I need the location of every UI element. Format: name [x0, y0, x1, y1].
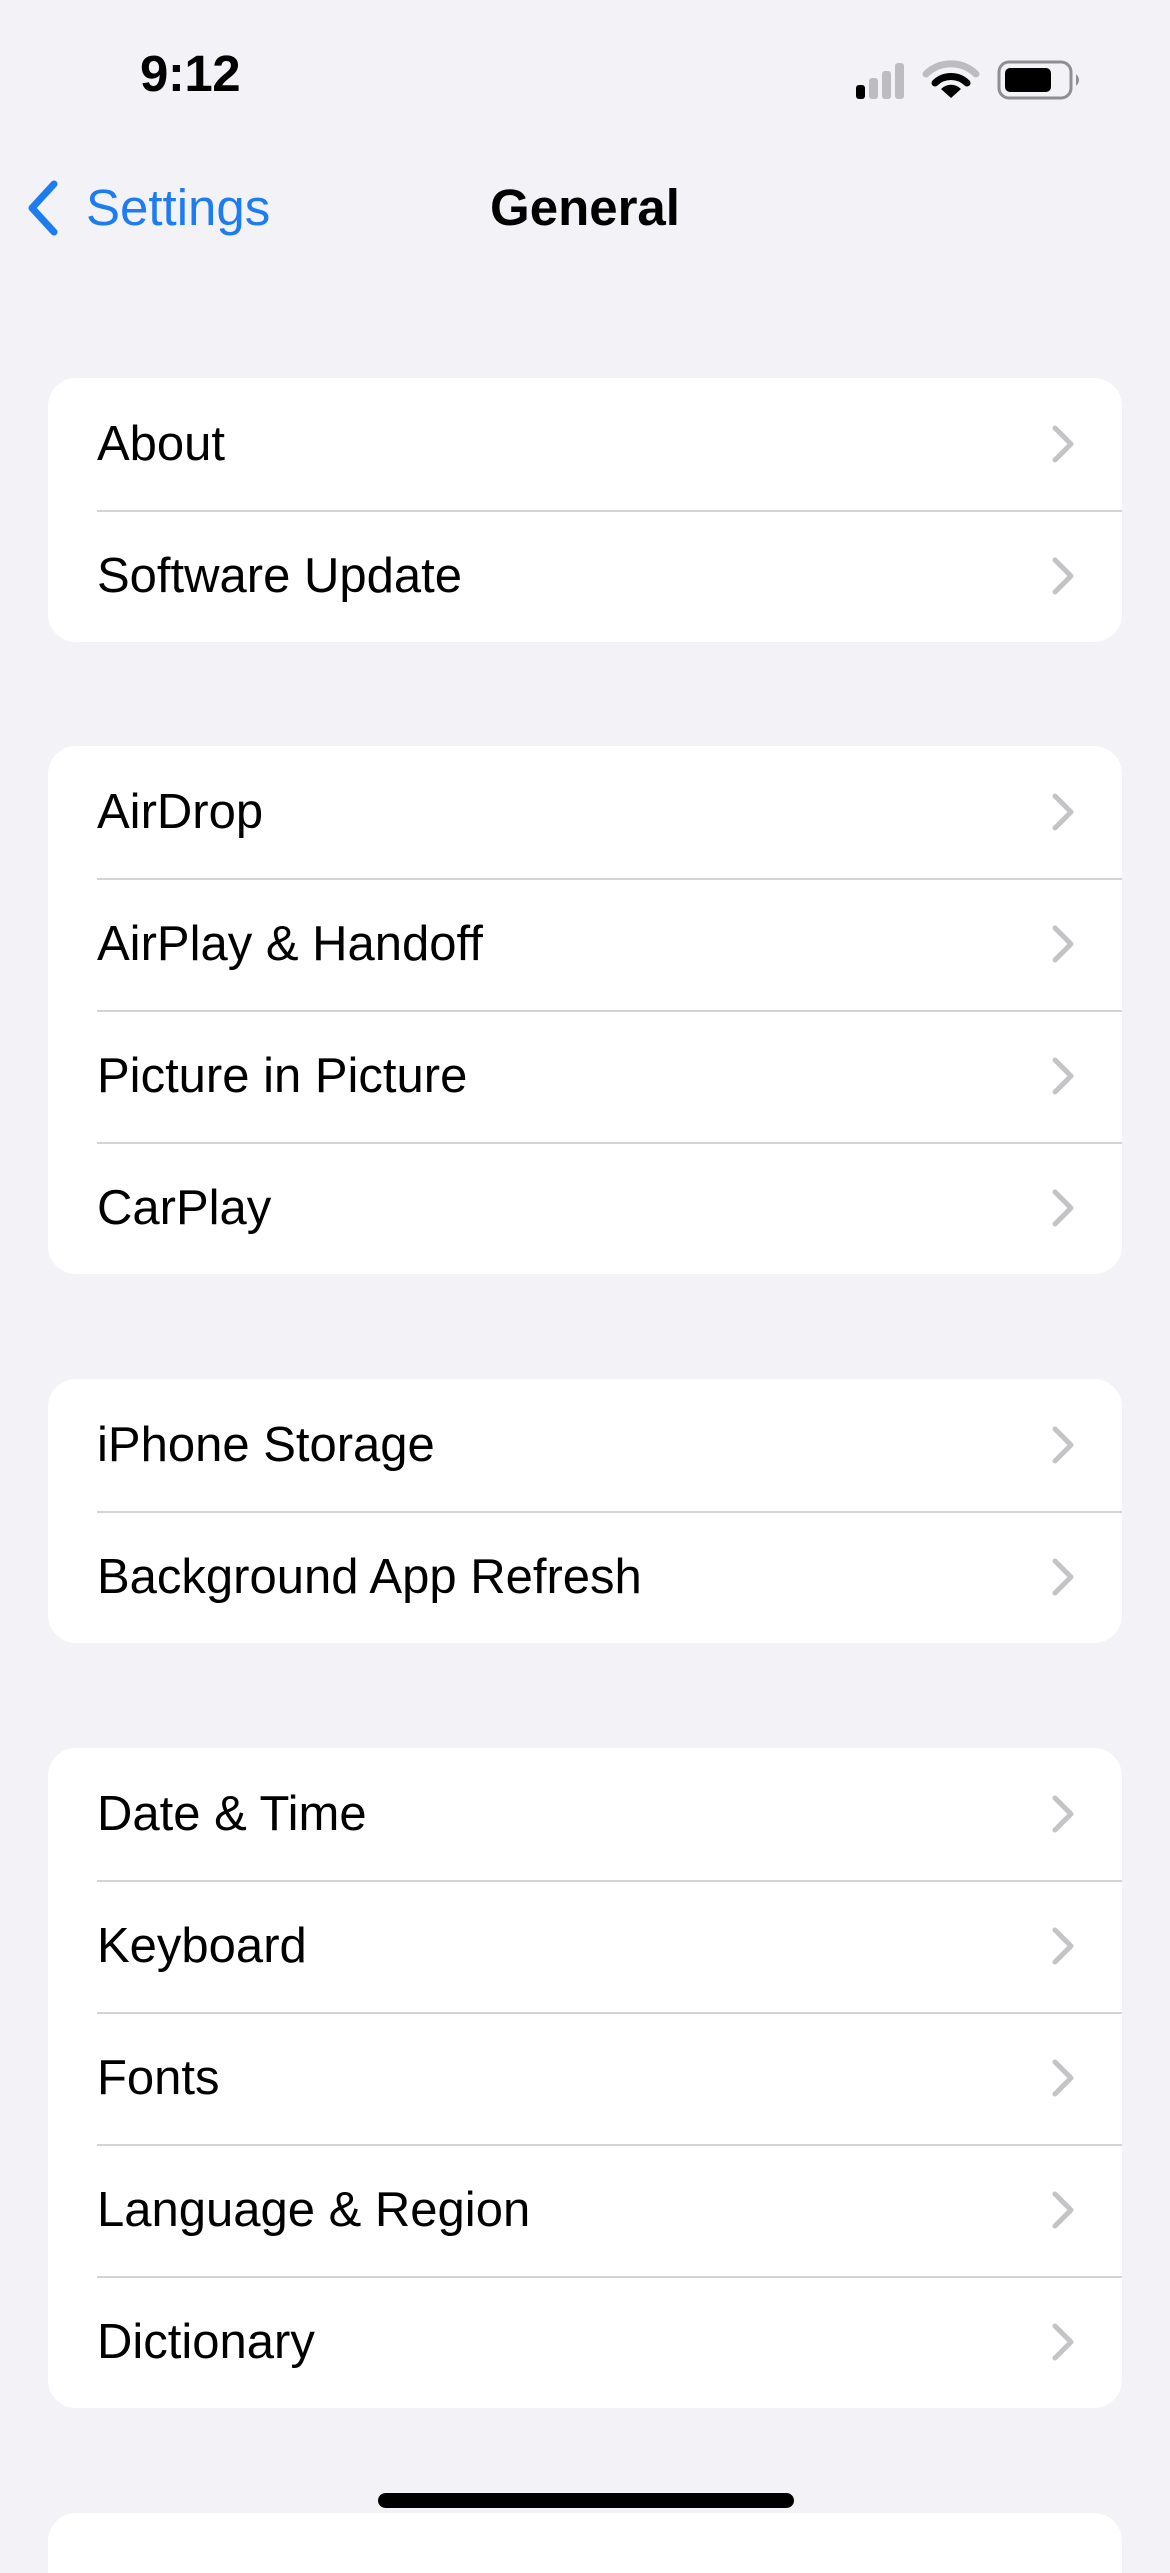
settings-group-2: AirDrop AirPlay & Handoff Picture in Pic…: [48, 746, 1122, 1274]
list-item-label: AirPlay & Handoff: [97, 917, 483, 971]
wifi-icon: [922, 60, 980, 98]
list-item-picture-in-picture[interactable]: Picture in Picture: [48, 1010, 1122, 1142]
settings-group-3: iPhone Storage Background App Refresh: [48, 1379, 1122, 1643]
chevron-right-icon: [1052, 2323, 1074, 2361]
list-item-label: Dictionary: [97, 2315, 315, 2369]
list-item-fonts[interactable]: Fonts: [48, 2012, 1122, 2144]
chevron-right-icon: [1052, 1927, 1074, 1965]
list-item-label: CarPlay: [97, 1181, 272, 1235]
list-item-background-app-refresh[interactable]: Background App Refresh: [48, 1511, 1122, 1643]
cellular-signal-icon: [856, 63, 904, 99]
list-item-keyboard[interactable]: Keyboard: [48, 1880, 1122, 2012]
chevron-right-icon: [1052, 557, 1074, 595]
settings-group-1: About Software Update: [48, 378, 1122, 642]
chevron-right-icon: [1052, 425, 1074, 463]
chevron-right-icon: [1052, 1426, 1074, 1464]
settings-group-4: Date & Time Keyboard Fonts Language & Re…: [48, 1748, 1122, 2408]
list-item-label: Software Update: [97, 549, 462, 603]
list-item-label: AirDrop: [97, 785, 264, 839]
status-bar: 9:12: [0, 0, 1170, 150]
status-time: 9:12: [140, 45, 241, 102]
chevron-right-icon: [1052, 2059, 1074, 2097]
list-item-about[interactable]: About: [48, 378, 1122, 510]
list-item-dictionary[interactable]: Dictionary: [48, 2276, 1122, 2408]
status-icons: [852, 58, 1086, 102]
chevron-right-icon: [1052, 793, 1074, 831]
list-item-label: Language & Region: [97, 2183, 531, 2237]
list-item-carplay[interactable]: CarPlay: [48, 1142, 1122, 1274]
chevron-right-icon: [1052, 1558, 1074, 1596]
home-indicator[interactable]: [378, 2493, 794, 2508]
list-item-airplay-handoff[interactable]: AirPlay & Handoff: [48, 878, 1122, 1010]
chevron-right-icon: [1052, 1057, 1074, 1095]
page-title: General: [490, 179, 680, 236]
list-item-label: About: [97, 417, 226, 471]
chevron-right-icon: [1052, 2191, 1074, 2229]
list-item-label: Picture in Picture: [97, 1049, 468, 1103]
navigation-bar: Settings General: [0, 160, 1170, 250]
list-item-label: Date & Time: [97, 1787, 367, 1841]
list-item-iphone-storage[interactable]: iPhone Storage: [48, 1379, 1122, 1511]
list-item-label: Background App Refresh: [97, 1550, 642, 1604]
list-item-label: Keyboard: [97, 1919, 307, 1973]
list-item-airdrop[interactable]: AirDrop: [48, 746, 1122, 878]
chevron-right-icon: [1052, 925, 1074, 963]
list-item-label: iPhone Storage: [97, 1418, 435, 1472]
list-item-software-update[interactable]: Software Update: [48, 510, 1122, 642]
list-item-label: Fonts: [97, 2051, 220, 2105]
chevron-right-icon: [1052, 1795, 1074, 1833]
list-item-language-region[interactable]: Language & Region: [48, 2144, 1122, 2276]
battery-icon: [997, 60, 1079, 100]
chevron-right-icon: [1052, 1189, 1074, 1227]
settings-group-5-partial: [48, 2513, 1122, 2573]
list-item-date-time[interactable]: Date & Time: [48, 1748, 1122, 1880]
